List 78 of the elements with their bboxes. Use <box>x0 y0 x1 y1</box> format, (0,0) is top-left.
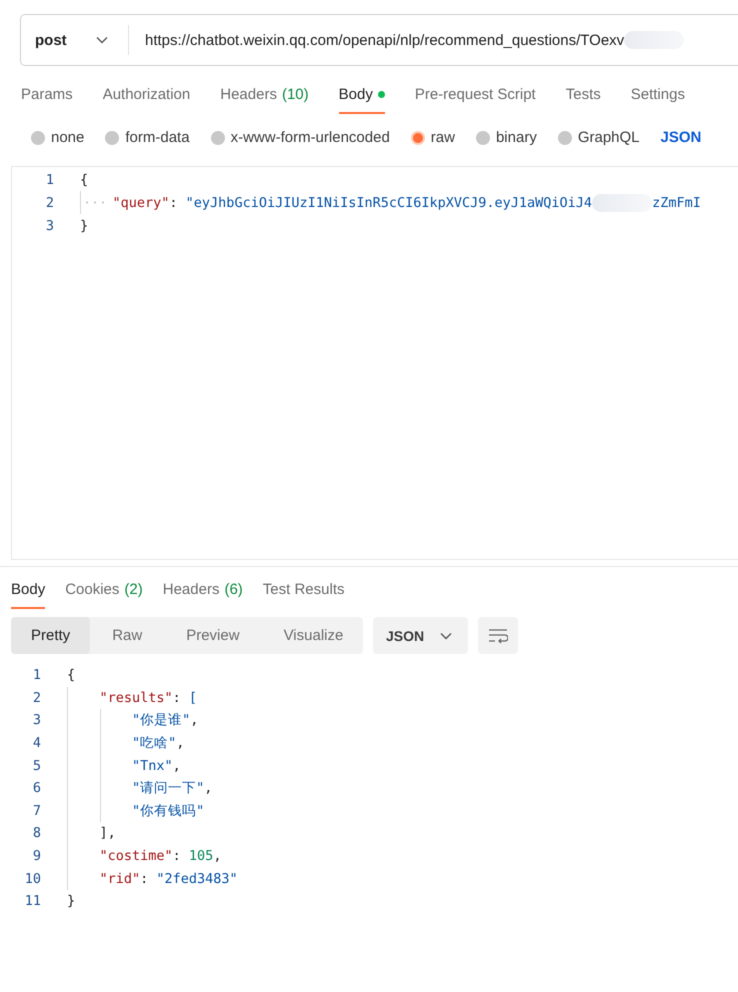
request-tab[interactable]: Params <box>21 82 73 114</box>
view-mode-button[interactable]: Pretty <box>11 617 90 654</box>
request-tab[interactable]: Authorization <box>102 82 190 114</box>
radio-label: raw <box>430 129 455 146</box>
response-tab[interactable]: Test Results <box>262 577 344 609</box>
line-number: 3 <box>32 712 41 728</box>
code-editor[interactable]: 1 { 2 "query": "eyJhbGciOiJIUzI1NiIsInR5cCI6IkpXVCJ9.eyJ1aWQiOiJ4 zZmFmI 3 } <box>11 166 738 560</box>
line-number: 5 <box>32 758 41 774</box>
json-value: zZmFmI <box>652 194 701 210</box>
radio-button[interactable] <box>105 130 120 144</box>
json-punctuation: ], <box>100 825 116 842</box>
line-number: 11 <box>24 893 41 910</box>
radio-button[interactable] <box>476 130 490 144</box>
radio-button[interactable] <box>558 130 572 144</box>
json-punctuation: : <box>172 848 182 864</box>
view-mode-button[interactable]: Raw <box>90 617 164 654</box>
json-punctuation: , <box>172 758 181 774</box>
format-dropdown[interactable]: JSON <box>373 617 468 654</box>
line-number: 4 <box>32 735 41 752</box>
line-number: 1 <box>44 172 54 188</box>
line-number: 2 <box>44 194 54 210</box>
request-tab[interactable]: Body <box>338 82 385 114</box>
json-punctuation: : <box>172 690 182 706</box>
line-number: 9 <box>32 848 41 864</box>
json-value: "你是谁" <box>132 711 190 730</box>
json-value: "2fed3483" <box>156 870 238 887</box>
json-key: "query" <box>112 194 170 210</box>
json-punctuation: } <box>80 218 88 234</box>
radio-label: binary <box>496 129 537 146</box>
caret-icon <box>96 36 108 44</box>
caret-icon <box>440 632 452 640</box>
response-tab[interactable]: Cookies (2) <box>65 577 143 609</box>
line-number: 10 <box>24 870 41 887</box>
line-number: 7 <box>32 802 41 819</box>
request-tab[interactable]: Tests <box>566 82 601 114</box>
json-key: "results" <box>100 690 173 706</box>
json-value: 105 <box>188 848 214 864</box>
json-value: "吃啥" <box>132 734 176 752</box>
json-value: [ <box>188 690 198 706</box>
json-punctuation: , <box>204 780 212 796</box>
radio-label: x-www-form-urlencoded <box>230 129 390 146</box>
json-value: "eyJhbGciOiJIUzI1NiIsInR5cCI6IkpXVCJ9.eyJ1aWQiOiJ4 <box>186 194 592 210</box>
line-number: 1 <box>32 667 41 684</box>
json-punctuation: { <box>80 172 88 188</box>
json-punctuation: : <box>169 194 179 210</box>
line-number: 3 <box>44 218 54 234</box>
radio-label: none <box>51 129 84 146</box>
radio-label: GraphQL <box>578 129 640 146</box>
radio-label: form-data <box>125 129 190 146</box>
format-dropdown[interactable]: JSON <box>660 129 702 146</box>
view-mode-button[interactable]: Preview <box>164 617 262 654</box>
json-punctuation: , <box>213 848 222 864</box>
json-punctuation: { <box>67 667 76 684</box>
json-value: "你有钱吗" <box>132 802 204 820</box>
request-tab[interactable]: Settings <box>630 82 685 114</box>
response-tab[interactable]: Headers (6) <box>162 577 243 609</box>
method-dropdown[interactable]: post <box>21 25 129 55</box>
radio-button[interactable] <box>31 130 45 144</box>
json-punctuation: , <box>190 712 198 728</box>
json-value: "请问一下" <box>132 779 204 798</box>
view-mode-button[interactable]: Visualize <box>262 617 366 654</box>
json-value: "Tnx" <box>132 758 173 774</box>
json-punctuation: } <box>67 893 76 910</box>
json-punctuation: : <box>140 870 150 887</box>
json-key: "costime" <box>100 848 173 864</box>
wrap-lines-icon <box>488 628 508 644</box>
radio-button[interactable] <box>410 130 425 144</box>
line-number: 8 <box>32 825 41 842</box>
line-number: 6 <box>32 780 41 796</box>
line-number: 2 <box>32 690 41 706</box>
url-field[interactable]: https://chatbot.weixin.qq.com/openapi/nlp/recommend_questions/TOexv <box>129 32 624 48</box>
request-tab[interactable]: Pre-request Script <box>414 82 536 114</box>
json-punctuation: , <box>176 735 184 752</box>
radio-button[interactable] <box>210 130 225 144</box>
json-key: "rid" <box>100 870 140 887</box>
wrap-lines-button[interactable] <box>478 617 518 654</box>
request-tab[interactable]: Headers (10) <box>220 82 309 114</box>
response-tab[interactable]: Body <box>11 577 46 609</box>
